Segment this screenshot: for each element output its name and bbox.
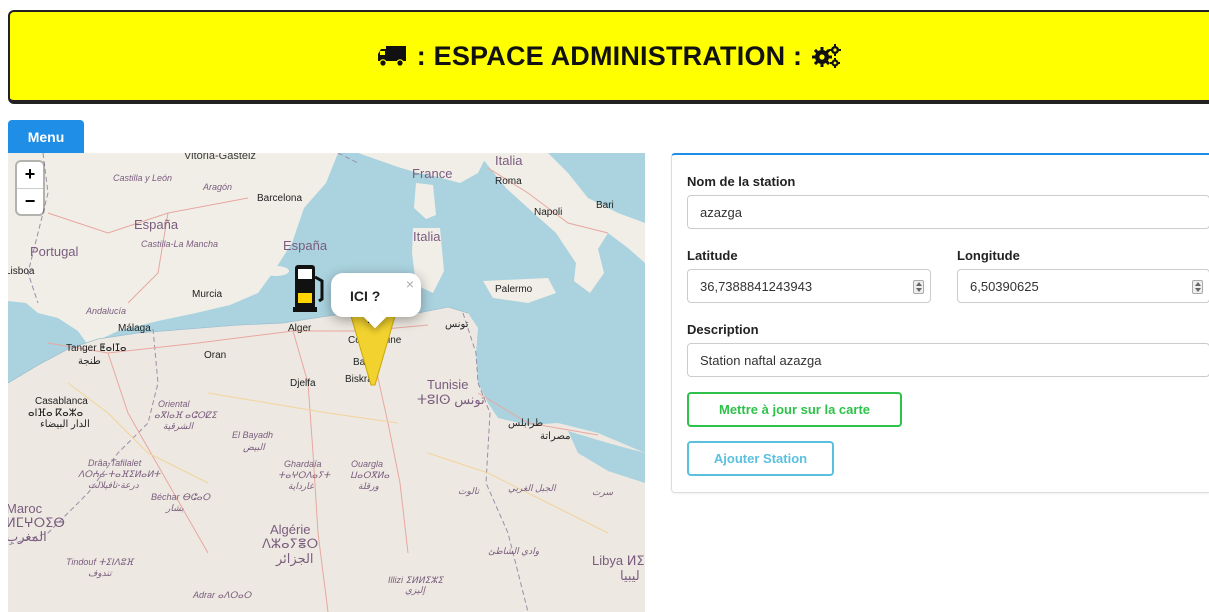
map-label-ouargla: Ouargla bbox=[351, 459, 384, 469]
map-label-tunisie-ar: ⵜⵓⵏⵙ تونس bbox=[417, 392, 485, 407]
map-label-algerie-tif: ⴷⵣⴰⵢⴻⵔ bbox=[262, 536, 319, 551]
map-label-tunisie: Tunisie bbox=[427, 377, 469, 392]
map-label-espana-2: España bbox=[283, 238, 328, 253]
map-label-murcia: Murcia bbox=[192, 289, 223, 300]
longitude-spinner-icon[interactable] bbox=[1192, 280, 1203, 294]
map-label-tindouf-ar: تندوف bbox=[88, 568, 112, 578]
latitude-spinner-icon[interactable] bbox=[913, 280, 924, 294]
station-name-field[interactable]: azazga bbox=[687, 195, 1209, 229]
map-view[interactable]: Vitoria-Gasteiz Castilla y León Aragón B… bbox=[8, 153, 645, 612]
map-label-castilla: Castilla y León bbox=[113, 173, 173, 183]
map-label-tindouf: Tindouf ⵜⵉⵏⴷⵓⴼ bbox=[66, 557, 134, 567]
popup-text: ICI ? bbox=[350, 288, 381, 304]
map-tiles bbox=[8, 153, 645, 612]
header-title-row: : ESPACE ADMINISTRATION : bbox=[377, 41, 843, 72]
map-label-ouargla-tif: ⵡⴰⵔⴳⵍⴰ bbox=[350, 470, 390, 480]
map-label-ghardaia-ar: غارداية bbox=[288, 481, 314, 491]
map-label-italia-2: Italia bbox=[413, 229, 441, 244]
map-label-tunis: تونس bbox=[445, 319, 469, 330]
map-label-ghardaia-tif: ⵜⴰⵖⵔⴷⴰⵢⵜ bbox=[278, 470, 331, 480]
map-label-roma: Roma bbox=[495, 176, 522, 187]
map-label-castilla-mancha: Castilla-La Mancha bbox=[141, 239, 219, 249]
latitude-field[interactable]: 36,7388841243943 bbox=[687, 269, 931, 303]
map-label-malaga: Málaga bbox=[118, 323, 151, 334]
map-label-djelfa: Djelfa bbox=[290, 378, 316, 389]
map-label-maroc: Maroc bbox=[8, 501, 43, 516]
map-label-draa: Drâa-Tafilalet bbox=[88, 458, 142, 468]
map-label-el-bayadh: El Bayadh bbox=[232, 430, 274, 440]
map-label-oran: Oran bbox=[204, 350, 227, 361]
map-label-portugal: Portugal bbox=[30, 244, 79, 259]
map-label-napoli: Napoli bbox=[534, 207, 563, 218]
map-label-casablanca: Casablanca bbox=[35, 396, 88, 407]
longitude-label: Longitude bbox=[957, 248, 1020, 263]
map-label-barcelona: Barcelona bbox=[257, 193, 303, 204]
station-name-label: Nom de la station bbox=[687, 174, 796, 189]
map-label-casa-tif: ⴰⵏⴼⴰ ⴽⴰⵣⴰ bbox=[28, 408, 84, 419]
map-label-aragon: Aragón bbox=[203, 182, 233, 192]
map-label-sirte: سرت bbox=[592, 487, 613, 497]
map-label-el-bayadh-ar: البيض bbox=[243, 442, 265, 452]
map-label-oriental: Oriental bbox=[158, 399, 190, 409]
fuel-pump-icon[interactable] bbox=[293, 263, 327, 313]
map-label-bechar-ar: بشار bbox=[166, 503, 184, 513]
map-label-ghardaia: Ghardaïa bbox=[284, 459, 322, 469]
page-header: : ESPACE ADMINISTRATION : bbox=[8, 10, 1209, 104]
map-label-ouargla-ar: ورقلة bbox=[358, 481, 379, 491]
map-label-oriental-tif: ⴰⴳⵏⴰⴼ ⴰⵛⵔⵇⵉ bbox=[154, 410, 217, 420]
map-label-libya-ar: ليبيا bbox=[620, 568, 640, 583]
map-label-france: France bbox=[412, 166, 453, 181]
map-label-andalucia: Andalucía bbox=[86, 306, 127, 316]
longitude-value: 6,50390625 bbox=[970, 278, 1039, 294]
popup-close-icon[interactable]: × bbox=[406, 276, 414, 292]
description-field[interactable]: Station naftal azazga bbox=[687, 343, 1209, 377]
map-label-oriental-ar: الشرقية bbox=[163, 421, 194, 431]
map-label-draa-tif: ⴷⵔⵄⴰ-ⵜⴰⴼⵉⵍⴰⵍⵜ bbox=[78, 469, 161, 479]
map-label-alger: Alger bbox=[288, 323, 312, 334]
map-label-casa-ar: الدار البيضاء bbox=[40, 419, 90, 430]
map-label-wadi: وادي الشاطئ bbox=[488, 546, 540, 556]
gears-icon bbox=[812, 43, 842, 69]
page-title: : ESPACE ADMINISTRATION : bbox=[416, 40, 803, 71]
map-label-misrata: مصراتة bbox=[540, 431, 571, 442]
description-label: Description bbox=[687, 322, 759, 337]
map-label-lisboa: Lisboa bbox=[8, 266, 35, 277]
map-label-bari: Bari bbox=[596, 200, 614, 211]
map-label-illizi-ar: إليزي bbox=[405, 585, 425, 595]
zoom-control: + − bbox=[17, 162, 43, 214]
map-label-libya: Libya ⵍⵉⴱⵢⴰ bbox=[592, 553, 645, 568]
map-label-maroc-ar: المغرب bbox=[8, 529, 47, 544]
map-label-palermo: Palermo bbox=[495, 284, 533, 295]
latitude-label: Latitude bbox=[687, 248, 738, 263]
menu-button[interactable]: Menu bbox=[8, 120, 84, 153]
map-label-jabal: الجبل الغربي bbox=[508, 483, 556, 493]
map-label-italia: Italia bbox=[495, 153, 523, 168]
map-label-tanger: Tanger ⵟⴰⵏⵊⴰ bbox=[66, 343, 127, 354]
map-popup: ICI ? × bbox=[331, 273, 421, 329]
map-label-algerie: Algérie bbox=[270, 522, 311, 537]
map-label-espana: España bbox=[134, 217, 179, 232]
longitude-field[interactable]: 6,50390625 bbox=[957, 269, 1209, 303]
truck-icon bbox=[377, 44, 407, 68]
latitude-value: 36,7388841243943 bbox=[700, 278, 813, 294]
map-label-bechar: Béchar ⴱⵛⴰⵔ bbox=[151, 492, 211, 502]
zoom-out-button[interactable]: − bbox=[17, 188, 43, 214]
map-label-draa-ar: درعة-تافيلالت bbox=[88, 480, 139, 490]
map-label-tanja: طنجة bbox=[78, 356, 101, 367]
add-station-button[interactable]: Ajouter Station bbox=[687, 441, 834, 476]
map-label-algerie-ar: الجزائر bbox=[276, 551, 314, 566]
map-label-adrar: Adrar ⴰⴷⵔⴰⵔ bbox=[193, 590, 252, 600]
map-label-tarabulus: طرابلس bbox=[508, 418, 544, 429]
map-label-talut: تالوت bbox=[458, 486, 480, 496]
zoom-in-button[interactable]: + bbox=[17, 162, 43, 188]
update-map-button[interactable]: Mettre à jour sur la carte bbox=[687, 392, 902, 427]
station-form-panel: Nom de la station azazga Latitude 36,738… bbox=[671, 153, 1209, 493]
map-label-vitoria: Vitoria-Gasteiz bbox=[184, 153, 256, 162]
